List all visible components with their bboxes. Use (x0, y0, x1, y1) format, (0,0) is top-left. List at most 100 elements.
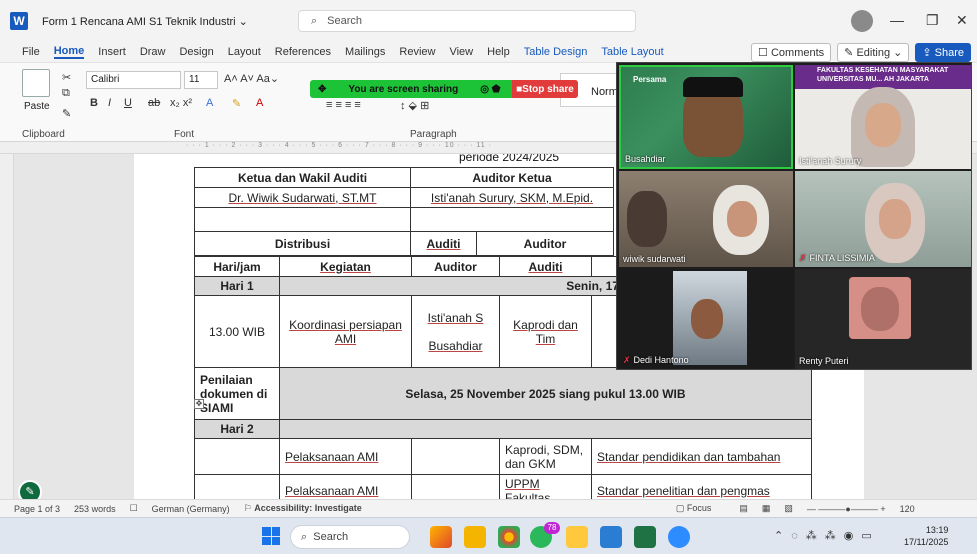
italic-icon[interactable]: I (108, 97, 111, 109)
title-search-box[interactable]: ⌕ Search (298, 10, 636, 32)
video-tile-dedi[interactable]: ✗ Dedi Hantono (619, 269, 793, 369)
proofing-icon[interactable]: ☐ (130, 503, 138, 514)
blank-cell (194, 207, 411, 232)
highlight-icon[interactable]: ✎ (232, 97, 241, 110)
tab-layout[interactable]: Layout (228, 46, 261, 58)
slide-banner-text: Persama (633, 75, 667, 84)
format-painter-icon[interactable]: ✎ (62, 107, 71, 120)
page-count[interactable]: Page 1 of 3 (14, 504, 60, 514)
language-status[interactable]: German (Germany) (152, 504, 230, 514)
cut-icon[interactable]: ✂ (62, 71, 71, 84)
align-icons[interactable]: ≡ ≡ ≡ ≡ (326, 99, 361, 111)
print-layout-icon[interactable]: ▦ (762, 503, 771, 514)
auditor-table[interactable]: Ketua dan Wakil Auditi Auditor Ketua Dr.… (194, 167, 614, 256)
document-title[interactable]: Form 1 Rencana AMI S1 Teknik Industri ⌄ (42, 15, 248, 28)
paste-icon[interactable] (22, 69, 50, 97)
file-explorer-icon[interactable] (464, 526, 486, 548)
table-move-handle-icon[interactable]: ✥ (194, 399, 204, 409)
windows-start-icon[interactable] (262, 527, 280, 545)
chrome-icon[interactable] (498, 526, 520, 548)
close-icon[interactable]: ✕ (956, 12, 968, 29)
system-tray-icons[interactable]: ⌃◌⁂⁂◉▭ (774, 529, 880, 542)
stop-share-button[interactable]: ■ Stop share (512, 80, 578, 98)
share-button[interactable]: ⇪ Share (915, 42, 971, 62)
pause-share-icon[interactable]: ◎ ⬟ (480, 84, 500, 95)
row1-time: 13.00 WIB (194, 295, 280, 368)
tab-table-design[interactable]: Table Design (524, 46, 588, 58)
row1-kegiatan: Koordinasi persiapan AMI (279, 295, 412, 368)
restore-icon[interactable]: ❐ (926, 12, 939, 29)
web-layout-icon[interactable]: ▧ (784, 503, 793, 514)
copy-icon[interactable]: ⧉ (62, 87, 70, 100)
subscript-icon[interactable]: x₂ x² (170, 97, 192, 109)
zoom-level[interactable]: 120 (900, 504, 915, 514)
video-tile-wiwik[interactable]: wiwik sudarwati (619, 171, 793, 267)
taskbar-search[interactable]: ⌕ Search (290, 525, 410, 549)
tab-home[interactable]: Home (53, 45, 85, 59)
comments-button[interactable]: ☐ Comments (751, 42, 832, 62)
search-placeholder: Search (327, 15, 363, 27)
zoom-app-icon[interactable] (668, 526, 690, 548)
tab-design[interactable]: Design (179, 46, 213, 58)
excel-taskbar-icon[interactable] (634, 526, 656, 548)
ketua-header: Ketua dan Wakil Auditi (194, 167, 411, 188)
share-grip-icon[interactable]: ✥ (318, 84, 326, 95)
video-tile-finta[interactable]: ✗ FINTA LISSIMIA (795, 171, 971, 267)
line-spacing-icon[interactable]: ↕ ⬙ ⊞ (400, 99, 429, 112)
word-count[interactable]: 253 words (74, 504, 116, 514)
underline-icon[interactable]: U (124, 97, 132, 109)
word-taskbar-icon[interactable] (600, 526, 622, 548)
widgets-icon[interactable] (430, 526, 452, 548)
font-color-icon[interactable]: A (256, 97, 263, 109)
tab-draw[interactable]: Draw (140, 46, 166, 58)
tab-table-layout[interactable]: Table Layout (601, 46, 663, 58)
taskbar-clock[interactable]: 13:19 17/11/2025 (904, 524, 948, 548)
text-effects-icon[interactable]: A (206, 97, 213, 109)
zoom-slider[interactable]: — ———●——— + (807, 504, 886, 514)
row2-time (194, 438, 280, 475)
read-mode-icon[interactable]: ▤ (739, 503, 748, 514)
sticky-notes-icon[interactable] (566, 526, 588, 548)
tab-help[interactable]: Help (487, 46, 510, 58)
group-font-label: Font (174, 129, 195, 140)
tab-review[interactable]: Review (399, 46, 435, 58)
tab-insert[interactable]: Insert (98, 46, 126, 58)
editing-button[interactable]: ✎ Editing ⌄ (837, 42, 910, 62)
video-conference-panel[interactable]: Persama Busahdiar FAKULTAS KESEHATAN MAS… (616, 62, 972, 370)
tab-references[interactable]: References (275, 46, 331, 58)
col-auditi: Auditi (499, 256, 592, 277)
search-icon: ⌕ (301, 530, 308, 543)
participant-name: Renty Puteri (799, 356, 849, 366)
row3-time (194, 474, 280, 499)
participant-name: Busahdiar (625, 154, 666, 164)
participant-name: wiwik sudarwati (623, 254, 686, 264)
paste-button[interactable]: Paste (24, 101, 50, 112)
windows-taskbar: ⌕ Search 78 ⌃◌⁂⁂◉▭ 13:19 17/11/2025 (0, 517, 977, 554)
font-name-select[interactable]: Calibri (86, 71, 181, 89)
focus-button[interactable]: ▢ Focus (676, 503, 726, 514)
hari2-blank (279, 419, 812, 439)
video-tile-istianah[interactable]: FAKULTAS KESEHATAN MASYARAKAT UNIVERSITA… (795, 65, 971, 169)
tab-file[interactable]: File (22, 46, 40, 58)
minimize-icon[interactable]: — (890, 12, 904, 28)
user-avatar[interactable] (851, 10, 873, 32)
accessibility-status[interactable]: ⚐ Accessibility: Investigate (244, 503, 362, 514)
row1-auditor: Isti'anah S Busahdiar (411, 295, 500, 368)
ribbon-actions: ☐ Comments ✎ Editing ⌄ ⇪ Share (751, 42, 977, 62)
grow-font-icon[interactable]: A˄ A˅ Aa⌄ (224, 72, 279, 85)
tab-view[interactable]: View (449, 46, 473, 58)
strikethrough-icon[interactable]: ab (148, 97, 160, 109)
participant-name: ✗ Dedi Hantono (623, 355, 689, 365)
video-tile-busahdiar[interactable]: Persama Busahdiar (619, 65, 793, 169)
tab-mailings[interactable]: Mailings (345, 46, 385, 58)
faculty-banner-univ: UNIVERSITAS MU... AH JAKARTA (817, 76, 929, 83)
font-size-select[interactable]: 11 (184, 71, 218, 89)
search-icon: ⌕ (311, 14, 318, 27)
video-tile-renty[interactable]: Renty Puteri (795, 269, 971, 369)
auditor-ketua-header: Auditor Ketua (410, 167, 614, 188)
vertical-ruler[interactable] (0, 154, 14, 499)
bold-icon[interactable]: B (90, 97, 98, 109)
col-kegiatan: Kegiatan (279, 256, 412, 277)
auditi-label: Auditi (410, 231, 477, 256)
participant-name: Isti'anah Surury (799, 156, 862, 166)
